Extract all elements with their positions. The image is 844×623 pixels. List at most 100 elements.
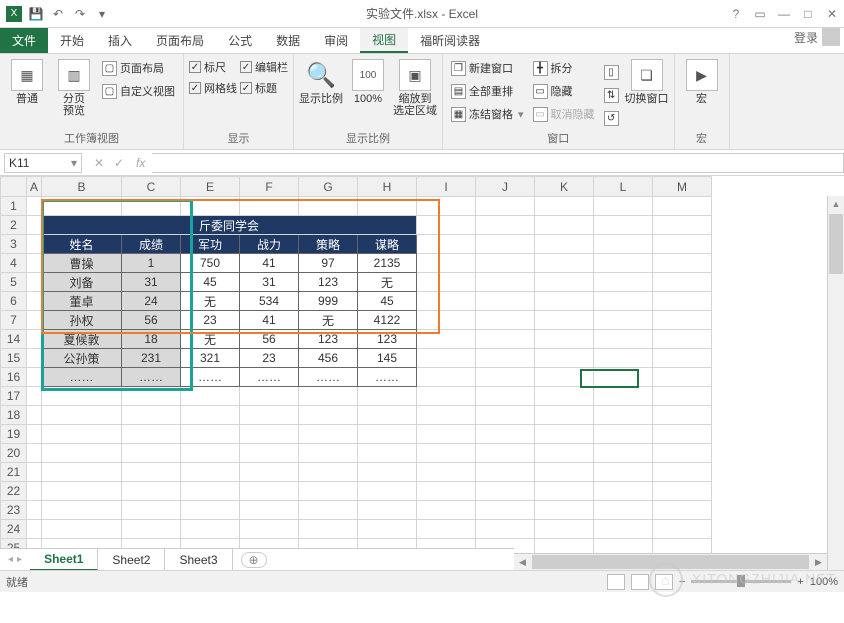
table-header[interactable]: 军功 (181, 235, 240, 254)
row-header-16[interactable]: 16 (1, 368, 27, 387)
cell-F20[interactable] (240, 444, 299, 463)
cell-E22[interactable] (181, 482, 240, 501)
headings-checkbox[interactable]: ✓标题 (240, 78, 288, 98)
cell-F19[interactable] (240, 425, 299, 444)
scrollbar-thumb[interactable] (532, 555, 809, 569)
cell-C17[interactable] (122, 387, 181, 406)
normal-view-button[interactable]: ▦ 普通 (5, 57, 49, 105)
row-header-3[interactable]: 3 (1, 235, 27, 254)
cell-A1[interactable] (27, 197, 42, 216)
cell-M22[interactable] (653, 482, 712, 501)
cell-M3[interactable] (653, 235, 712, 254)
cell-H24[interactable] (358, 520, 417, 539)
table-cell[interactable]: 145 (358, 349, 417, 368)
cell-K5[interactable] (535, 273, 594, 292)
vertical-scrollbar[interactable]: ▲ (827, 196, 844, 570)
cell-A24[interactable] (27, 520, 42, 539)
table-cell[interactable]: …… (122, 368, 181, 387)
zoom-button[interactable]: 🔍显示比例 (299, 57, 343, 105)
table-cell[interactable]: 31 (240, 273, 299, 292)
cell-J2[interactable] (476, 216, 535, 235)
cell-M19[interactable] (653, 425, 712, 444)
cell-L17[interactable] (594, 387, 653, 406)
table-cell[interactable]: 41 (240, 254, 299, 273)
help-button[interactable]: ? (728, 7, 744, 21)
cell-E21[interactable] (181, 463, 240, 482)
row-header-4[interactable]: 4 (1, 254, 27, 273)
table-cell[interactable]: 123 (358, 330, 417, 349)
cell-E17[interactable] (181, 387, 240, 406)
cell-J20[interactable] (476, 444, 535, 463)
cell-M15[interactable] (653, 349, 712, 368)
cell-K2[interactable] (535, 216, 594, 235)
cell-A3[interactable] (27, 235, 42, 254)
col-header-C[interactable]: C (122, 177, 181, 197)
cell-L21[interactable] (594, 463, 653, 482)
table-cell[interactable]: …… (181, 368, 240, 387)
cell-F22[interactable] (240, 482, 299, 501)
freeze-panes-button[interactable]: ▦冻结窗格▾ (448, 103, 527, 125)
cell-J15[interactable] (476, 349, 535, 368)
cell-M21[interactable] (653, 463, 712, 482)
cell-K7[interactable] (535, 311, 594, 330)
cell-I5[interactable] (417, 273, 476, 292)
table-cell[interactable]: 56 (122, 311, 181, 330)
zoom-slider[interactable] (691, 580, 791, 583)
table-cell[interactable]: 刘备 (42, 273, 122, 292)
table-cell[interactable]: 750 (181, 254, 240, 273)
cell-J16[interactable] (476, 368, 535, 387)
cell-I2[interactable] (417, 216, 476, 235)
table-cell[interactable]: 无 (181, 330, 240, 349)
cell-I15[interactable] (417, 349, 476, 368)
cell-L5[interactable] (594, 273, 653, 292)
cell-J17[interactable] (476, 387, 535, 406)
formula-bar-checkbox[interactable]: ✓编辑栏 (240, 57, 288, 77)
cell-M23[interactable] (653, 501, 712, 520)
cell-A4[interactable] (27, 254, 42, 273)
cell-H22[interactable] (358, 482, 417, 501)
cell-L16[interactable] (594, 368, 653, 387)
cell-J5[interactable] (476, 273, 535, 292)
tab-file[interactable]: 文件 (0, 28, 48, 53)
cell-F1[interactable] (240, 197, 299, 216)
cell-L20[interactable] (594, 444, 653, 463)
cell-A6[interactable] (27, 292, 42, 311)
cell-I21[interactable] (417, 463, 476, 482)
table-cell[interactable]: 456 (299, 349, 358, 368)
undo-button[interactable]: ↶ (50, 6, 66, 22)
cell-C22[interactable] (122, 482, 181, 501)
cell-C18[interactable] (122, 406, 181, 425)
cell-A17[interactable] (27, 387, 42, 406)
cell-H20[interactable] (358, 444, 417, 463)
row-header-22[interactable]: 22 (1, 482, 27, 501)
zoom-selection-button[interactable]: ▣缩放到 选定区域 (393, 57, 437, 117)
worksheet-grid[interactable]: ABCEFGHIJKLM12斤委同学会3姓名成绩军功战力策略谋略4曹操17504… (0, 176, 844, 570)
cell-I4[interactable] (417, 254, 476, 273)
cell-J7[interactable] (476, 311, 535, 330)
table-cell[interactable]: 999 (299, 292, 358, 311)
cell-L19[interactable] (594, 425, 653, 444)
cell-A18[interactable] (27, 406, 42, 425)
new-sheet-button[interactable]: ⊕ (241, 552, 267, 568)
table-header[interactable]: 策略 (299, 235, 358, 254)
zoom-100-button[interactable]: 100100% (346, 57, 390, 105)
table-cell[interactable]: 321 (181, 349, 240, 368)
cell-J19[interactable] (476, 425, 535, 444)
cell-A16[interactable] (27, 368, 42, 387)
cell-M5[interactable] (653, 273, 712, 292)
cell-L15[interactable] (594, 349, 653, 368)
cell-A23[interactable] (27, 501, 42, 520)
table-cell[interactable]: 24 (122, 292, 181, 311)
sync-scroll-button[interactable]: ⇅ (601, 84, 622, 106)
cell-C1[interactable] (122, 197, 181, 216)
tab-foxit[interactable]: 福昕阅读器 (408, 28, 492, 53)
cell-C24[interactable] (122, 520, 181, 539)
new-window-button[interactable]: ❐新建窗口 (448, 57, 527, 79)
scroll-right-icon[interactable]: ▶ (810, 554, 827, 570)
minimize-button[interactable]: — (776, 7, 792, 21)
cell-B17[interactable] (42, 387, 122, 406)
row-header-20[interactable]: 20 (1, 444, 27, 463)
cell-G23[interactable] (299, 501, 358, 520)
zoom-level[interactable]: 100% (810, 576, 838, 588)
cell-L24[interactable] (594, 520, 653, 539)
